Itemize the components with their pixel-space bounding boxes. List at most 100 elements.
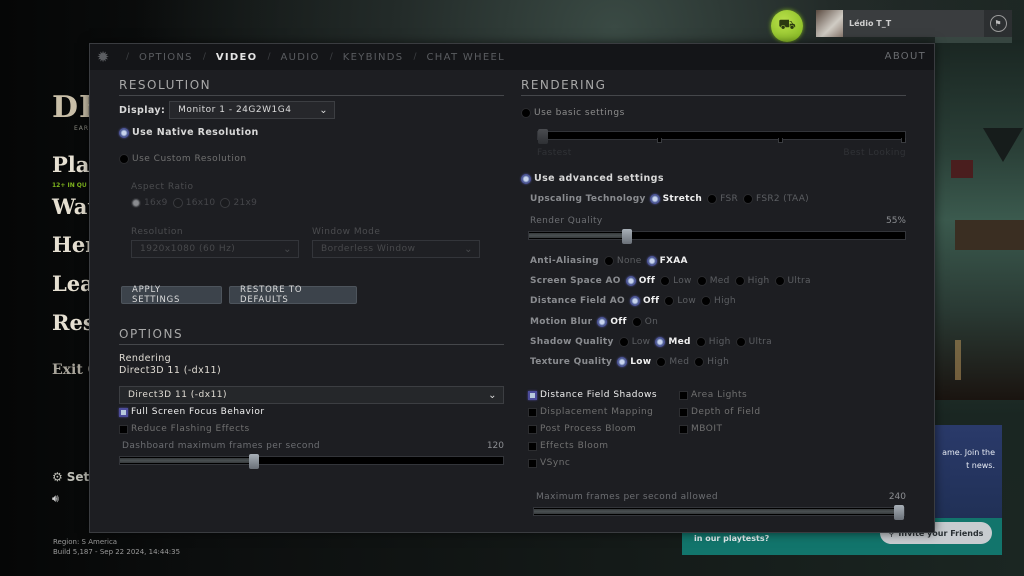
checkbox[interactable]	[679, 390, 688, 400]
restore-defaults-button[interactable]: RESTORE TO DEFAULTS	[229, 285, 357, 305]
checkbox-label: Displacement Mapping	[540, 407, 654, 417]
setting-option-radio[interactable]	[631, 317, 642, 327]
slider-fill	[529, 233, 627, 238]
window-mode-select[interactable]: Borderless Window ⌄	[312, 240, 480, 258]
setting-option-radio[interactable]	[660, 276, 671, 286]
native-resolution-radio[interactable]	[119, 127, 129, 138]
aspect-21x9-label: 21x9	[233, 198, 258, 208]
tab-keybinds[interactable]: KEYBINDS	[343, 52, 404, 63]
flag-button[interactable]: ⚑	[984, 10, 1012, 37]
aspect-21x9-radio[interactable]	[220, 198, 231, 208]
setting-option-label: None	[616, 256, 642, 266]
fullscreen-focus-option[interactable]: Full Screen Focus Behavior	[119, 407, 265, 417]
tab-chat-wheel[interactable]: CHAT WHEEL	[427, 52, 505, 63]
slider-thumb[interactable]	[538, 129, 548, 144]
dashboard-fps-slider[interactable]	[119, 454, 504, 469]
advanced-settings-option[interactable]: Use advanced settings	[521, 173, 664, 184]
checkbox-option-depth-of-field[interactable]: Depth of Field	[679, 407, 761, 417]
setting-option-radio[interactable]	[694, 357, 705, 367]
slider-thumb[interactable]	[621, 229, 632, 244]
setting-option-radio[interactable]	[664, 296, 675, 306]
setting-option-radio[interactable]	[656, 357, 667, 367]
basic-settings-option[interactable]: Use basic settings	[521, 108, 625, 118]
display-row: Display: Monitor 1 - 24G2W1G4 ⌄	[119, 101, 336, 119]
custom-resolution-option[interactable]: Use Custom Resolution	[119, 154, 247, 164]
setting-row-motion-blur: Motion Blur Off On	[530, 317, 663, 327]
setting-option-radio[interactable]	[735, 337, 746, 347]
checkbox-option-displacement-mapping[interactable]: Displacement Mapping	[528, 407, 653, 417]
rendering-label-row: Rendering	[119, 353, 171, 364]
setting-option-label: Low	[673, 276, 692, 286]
checkbox-option-vsync[interactable]: VSync	[528, 458, 570, 468]
tab-audio[interactable]: AUDIO	[281, 52, 320, 63]
setting-option-radio[interactable]	[696, 276, 707, 286]
setting-row-distance-field-ao: Distance Field AO Off Low High	[530, 296, 741, 306]
setting-option-radio[interactable]	[629, 296, 640, 306]
upscaling-fsr2-radio[interactable]	[743, 194, 754, 204]
tab-about[interactable]: ABOUT	[885, 51, 926, 62]
setting-option-label: On	[644, 317, 659, 327]
checkbox[interactable]	[528, 458, 537, 468]
chevron-down-icon: ⌄	[319, 104, 329, 116]
slider-thumb[interactable]	[894, 505, 904, 520]
party-button[interactable]: ⛟	[771, 10, 803, 42]
basic-settings-radio[interactable]	[521, 108, 531, 118]
checkbox-option-area-lights[interactable]: Area Lights	[679, 390, 747, 400]
display-select[interactable]: Monitor 1 - 24G2W1G4 ⌄	[169, 101, 336, 119]
render-quality-value: 55%	[885, 216, 906, 226]
setting-option-radio[interactable]	[597, 317, 608, 327]
render-quality-slider[interactable]	[528, 229, 906, 244]
rendering-api-select[interactable]: Direct3D 11 (-dx11) ⌄	[119, 386, 504, 404]
custom-resolution-radio[interactable]	[119, 154, 129, 164]
upscaling-stretch-radio[interactable]	[649, 194, 660, 204]
checkbox-option-distance-field-shadows[interactable]: Distance Field Shadows	[528, 390, 657, 400]
native-resolution-option[interactable]: Use Native Resolution	[119, 127, 259, 138]
party-icon: ⛟	[778, 17, 796, 33]
tab-video[interactable]: VIDEO	[216, 52, 258, 63]
display-value: Monitor 1 - 24G2W1G4	[178, 105, 292, 115]
checkbox-option-effects-bloom[interactable]: Effects Bloom	[528, 441, 609, 451]
reduce-flashing-option[interactable]: Reduce Flashing Effects	[119, 424, 250, 434]
aspect-16x10-radio[interactable]	[172, 198, 183, 208]
checkbox[interactable]	[528, 441, 537, 451]
aspect-16x9-radio[interactable]	[131, 198, 141, 208]
setting-label: Screen Space AO	[530, 276, 621, 286]
setting-option-radio[interactable]	[774, 276, 785, 286]
fullscreen-focus-checkbox[interactable]	[119, 407, 128, 417]
slider-fill	[120, 458, 255, 463]
rendering-api-current: Direct3D 11 (-dx11)	[119, 365, 222, 376]
advanced-settings-radio[interactable]	[521, 173, 531, 184]
slider-tick	[901, 138, 907, 143]
apply-settings-button[interactable]: APPLY SETTINGS	[121, 285, 222, 305]
checkbox[interactable]	[679, 407, 688, 417]
basic-quality-slider[interactable]	[537, 129, 907, 144]
reduce-flashing-checkbox[interactable]	[119, 424, 128, 434]
avatar[interactable]	[816, 10, 843, 37]
max-fps-label: Maximum frames per second allowed	[536, 492, 719, 502]
setting-option-radio[interactable]	[701, 296, 711, 306]
user-bar[interactable]: Lédio T_T ⚑	[816, 10, 1012, 37]
setting-option-radio[interactable]	[617, 357, 628, 367]
setting-option-radio[interactable]	[655, 337, 666, 347]
setting-option-radio[interactable]	[603, 256, 614, 266]
setting-option-radio[interactable]	[646, 256, 657, 266]
setting-option-label: Off	[638, 276, 656, 286]
checkbox[interactable]	[679, 424, 688, 434]
rendering-current-row: Direct3D 11 (-dx11)	[119, 365, 221, 376]
setting-option-radio[interactable]	[734, 276, 745, 286]
checkbox[interactable]	[528, 424, 537, 434]
checkbox[interactable]	[528, 390, 537, 400]
setting-option-radio[interactable]	[618, 337, 629, 347]
checkbox-option-mboit[interactable]: MBOIT	[679, 424, 723, 434]
chevron-down-icon: ⌄	[283, 243, 292, 255]
setting-option-radio[interactable]	[625, 276, 636, 286]
max-fps-slider[interactable]	[533, 505, 905, 520]
setting-option-radio[interactable]	[695, 337, 706, 347]
tab-options[interactable]: OPTIONS	[139, 52, 193, 63]
upscaling-fsr-radio[interactable]	[707, 194, 718, 204]
checkbox-option-post-process-bloom[interactable]: Post Process Bloom	[528, 424, 636, 434]
resolution-select[interactable]: 1920x1080 (60 Hz) ⌄	[131, 240, 299, 258]
upscaling-fsr2-label: FSR2 (TAA)	[756, 194, 809, 204]
slider-thumb[interactable]	[249, 454, 260, 469]
checkbox[interactable]	[528, 407, 537, 417]
